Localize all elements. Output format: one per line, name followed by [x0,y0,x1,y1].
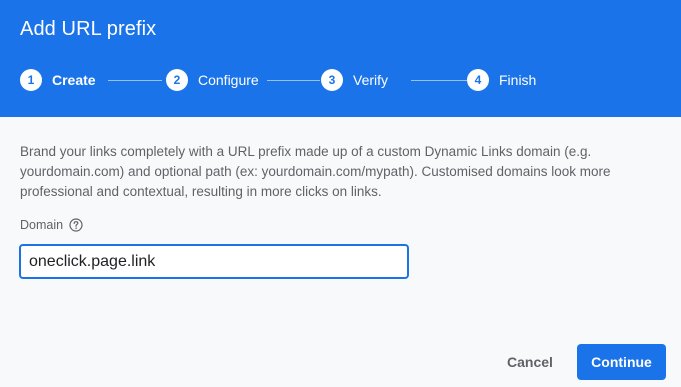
help-circle-icon-svg [69,218,83,232]
step-number: 1 [20,69,42,91]
dialog-content: Brand your links completely with a URL p… [0,117,681,387]
domain-label: Domain [20,218,64,232]
step-configure: 2 Configure [166,68,259,92]
step-number: 3 [321,69,343,91]
dialog-header: Add URL prefix 1 Create 2 Configure 3 Ve… [0,0,681,117]
stepper-connector [108,80,162,81]
step-label: Configure [198,72,259,88]
stepper-connector [267,80,320,81]
step-finish: 4 Finish [467,68,536,92]
dialog-title: Add URL prefix [20,18,157,40]
step-number: 4 [467,69,489,91]
description-text: Brand your links completely with a URL p… [20,144,611,199]
stepper-connector [411,80,467,81]
continue-button[interactable]: Continue [577,344,666,380]
step-create: 1 Create [20,68,96,92]
domain-input[interactable] [19,244,409,279]
step-label: Finish [499,72,537,88]
domain-field-label: Domain [20,218,83,232]
step-label: Verify [353,72,389,88]
step-number: 2 [166,69,188,91]
help-circle-icon[interactable] [69,218,83,232]
step-label: Create [52,72,96,88]
stepper: 1 Create 2 Configure 3 Verify 4 Finish [20,68,640,92]
cancel-button[interactable]: Cancel [497,344,563,380]
add-url-prefix-dialog: Add URL prefix 1 Create 2 Configure 3 Ve… [0,0,681,387]
step-verify: 3 Verify [321,68,388,92]
